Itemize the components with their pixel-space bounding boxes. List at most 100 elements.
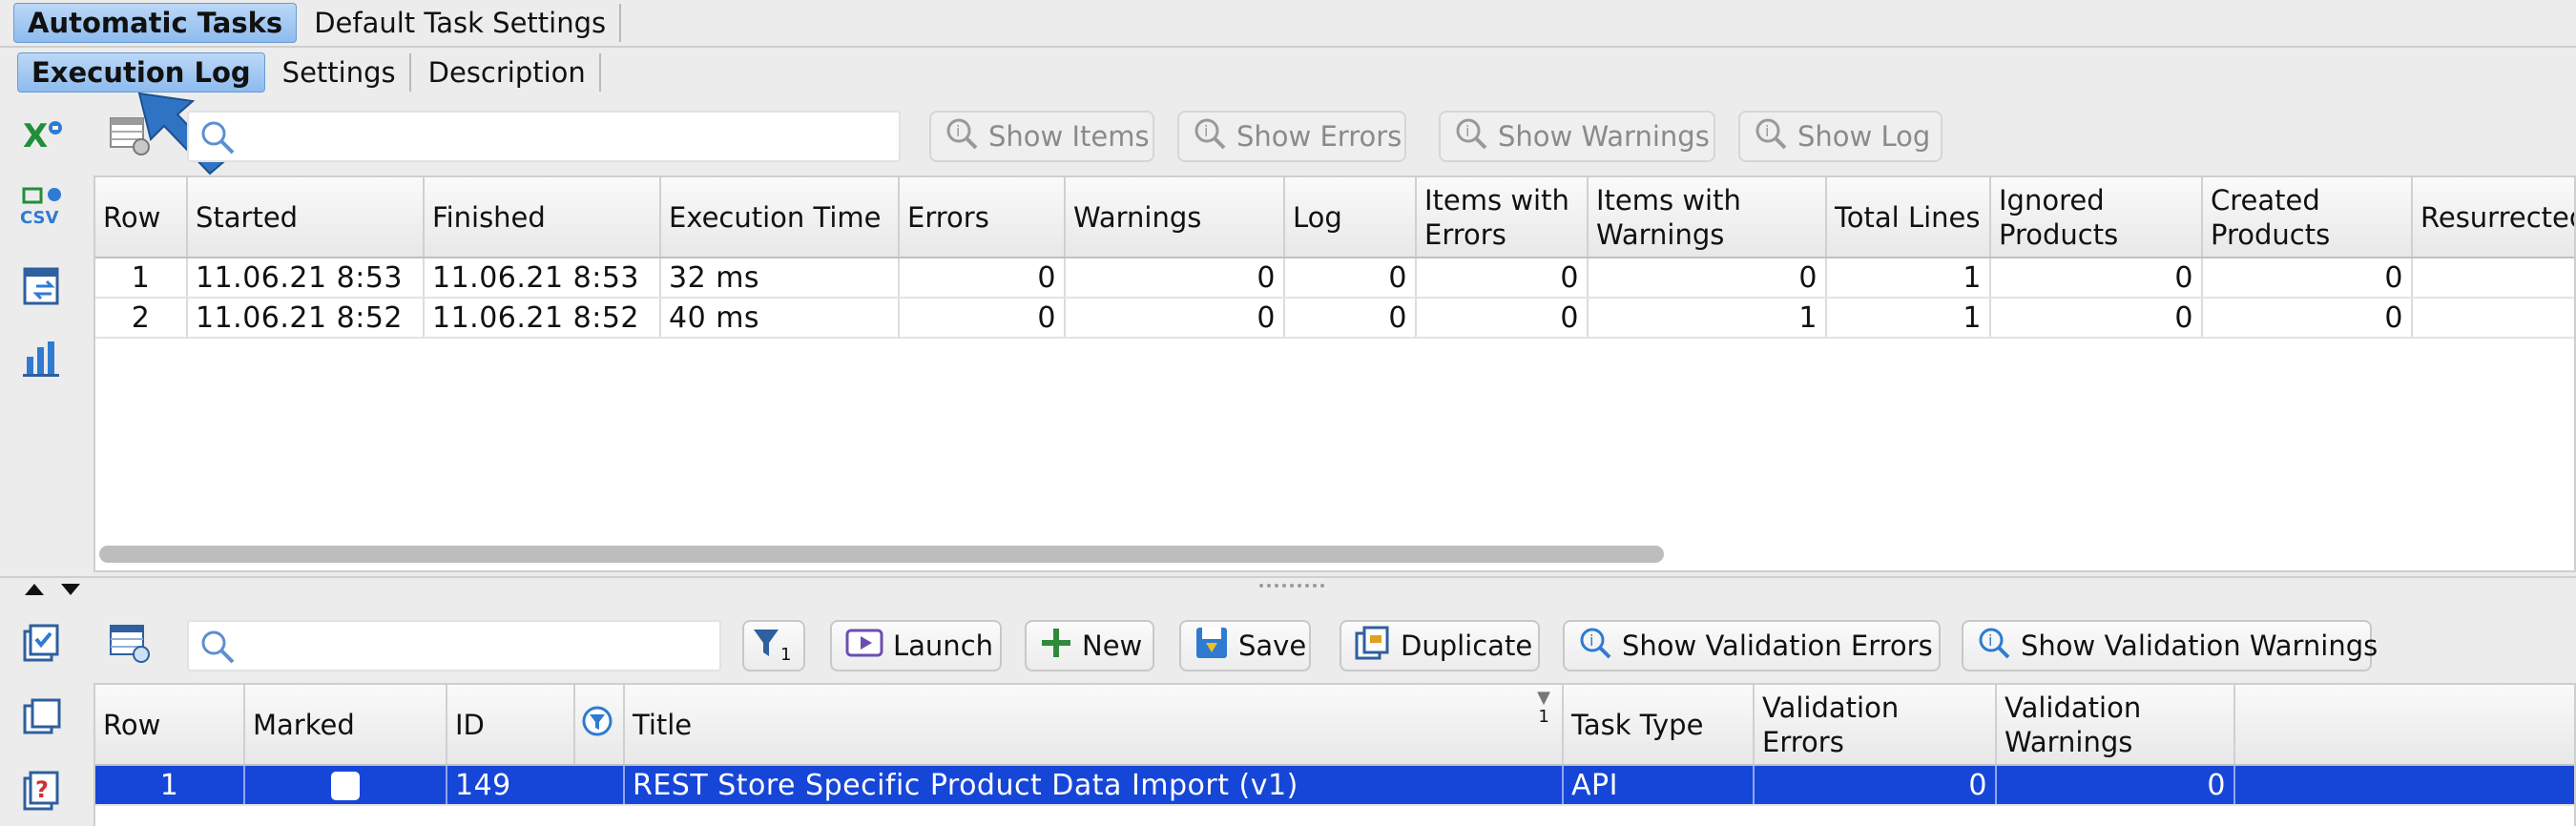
collapse-expand-arrows-icon[interactable] (23, 582, 84, 597)
svg-text:i: i (1765, 122, 1769, 140)
created-products-cell: 0 (2202, 258, 2413, 299)
column-header[interactable]: Items with Warnings (1588, 177, 1827, 258)
show-validation-errors-button[interactable]: i Show Validation Errors (1563, 620, 1941, 671)
total-lines-cell: 1 (1826, 298, 1991, 339)
checklist-icon[interactable] (19, 622, 65, 668)
svg-text:i: i (1204, 122, 1208, 140)
column-header[interactable]: Created Products (2202, 177, 2413, 258)
column-header[interactable]: Finished (424, 177, 661, 258)
copy-icon[interactable] (19, 694, 65, 740)
log-search-input[interactable] (250, 116, 887, 158)
show-warnings-label: Show Warnings (1498, 120, 1710, 153)
duplicate-label: Duplicate (1401, 630, 1533, 662)
tab-description[interactable]: Description (415, 53, 601, 92)
filter-icon (752, 626, 780, 667)
column-settings-icon[interactable] (109, 622, 153, 672)
task-search-input[interactable] (250, 626, 708, 668)
column-header[interactable]: ID (447, 685, 575, 766)
tab-automatic-tasks[interactable]: Automatic Tasks (13, 3, 298, 43)
column-header[interactable]: Row (95, 685, 245, 766)
duplicate-button[interactable]: Duplicate (1340, 620, 1540, 671)
resurrected-products-cell (2412, 258, 2574, 299)
help-icon[interactable]: ? (19, 769, 65, 815)
show-items-label: Show Items (988, 120, 1150, 153)
id-cell: 149 (447, 765, 625, 806)
show-log-button[interactable]: i Show Log (1738, 111, 1942, 162)
title-column-label: Title (633, 708, 693, 741)
validation-warnings-cell: 0 (1996, 765, 2235, 806)
save-button[interactable]: Save (1179, 620, 1311, 671)
column-header[interactable]: Errors (899, 177, 1066, 258)
column-header[interactable]: Title ▼ 1 (624, 685, 1564, 766)
show-items-button[interactable]: i Show Items (929, 111, 1154, 162)
table-row[interactable]: 1 11.06.21 8:53 11.06.21 8:53 32 ms 0 0 … (95, 258, 2574, 299)
column-header[interactable]: Validation Errors (1754, 685, 1997, 766)
ignored-products-cell: 0 (1990, 258, 2203, 299)
column-filter-icon[interactable] (581, 706, 613, 744)
column-header[interactable]: Ignored Products (1990, 177, 2203, 258)
svg-text:X: X (23, 117, 48, 155)
log-search-field[interactable] (187, 111, 901, 162)
csv-export-icon[interactable]: CSV (19, 183, 65, 229)
column-header[interactable]: Items with Errors (1416, 177, 1589, 258)
column-header[interactable]: Marked (244, 685, 447, 766)
items-with-errors-cell: 0 (1416, 258, 1589, 299)
column-header[interactable]: Task Type (1563, 685, 1755, 766)
resurrected-products-cell (2412, 298, 2574, 339)
column-header[interactable]: Execution Time (660, 177, 900, 258)
chart-icon[interactable] (19, 334, 65, 380)
column-header[interactable]: Total Lines (1826, 177, 1991, 258)
log-header-row: Row Started Finished Execution Time Erro… (95, 177, 2574, 258)
info-search-icon: i (1578, 626, 1612, 667)
table-row[interactable]: 1 149 REST Store Specific Product Data I… (95, 765, 2574, 806)
show-validation-warnings-button[interactable]: i Show Validation Warnings (1962, 620, 2378, 671)
tab-default-task-settings[interactable]: Default Task Settings (301, 4, 622, 42)
svg-text:i: i (956, 122, 960, 140)
table-row[interactable]: 2 11.06.21 8:52 11.06.21 8:52 40 ms 0 0 … (95, 298, 2574, 339)
horizontal-scrollbar[interactable] (99, 546, 1664, 563)
column-filter-header[interactable] (574, 685, 625, 766)
launch-label: Launch (893, 630, 994, 662)
show-errors-label: Show Errors (1236, 120, 1402, 153)
marked-checkbox[interactable] (331, 772, 360, 800)
items-with-errors-cell: 0 (1416, 298, 1589, 339)
info-search-icon: i (945, 116, 979, 157)
save-icon (1195, 626, 1229, 667)
validation-errors-cell: 0 (1754, 765, 1997, 806)
new-button[interactable]: New (1025, 620, 1154, 671)
show-warnings-button[interactable]: i Show Warnings (1439, 111, 1715, 162)
task-type-cell: API (1563, 765, 1755, 806)
finished-cell: 11.06.21 8:53 (424, 258, 661, 299)
info-search-icon: i (1977, 626, 2011, 667)
split-pane-divider[interactable] (0, 576, 2576, 595)
column-header[interactable]: Row (95, 177, 188, 258)
column-header[interactable]: Resurrected Products (2412, 177, 2574, 258)
column-header[interactable]: Warnings (1065, 177, 1285, 258)
finished-cell: 11.06.21 8:52 (424, 298, 661, 339)
new-label: New (1082, 630, 1143, 662)
marked-cell (244, 765, 447, 806)
column-header[interactable]: Started (187, 177, 425, 258)
svg-text:CSV: CSV (20, 208, 59, 227)
column-header-empty (2234, 685, 2574, 766)
warnings-cell: 0 (1065, 298, 1285, 339)
tab-execution-log[interactable]: Execution Log (17, 52, 265, 93)
tab-settings[interactable]: Settings (269, 53, 411, 92)
column-header[interactable]: Log (1284, 177, 1417, 258)
drag-handle-icon[interactable] (1257, 582, 1324, 589)
column-header[interactable]: Validation Warnings (1996, 685, 2235, 766)
filter-button[interactable]: 1 (742, 620, 805, 671)
search-icon (198, 628, 237, 672)
launch-button[interactable]: Launch (830, 620, 1002, 671)
svg-text:i: i (1988, 631, 1992, 650)
execution-log-table: Row Started Finished Execution Time Erro… (93, 176, 2576, 572)
info-search-icon: i (1754, 116, 1788, 157)
sort-order-number: 1 (1538, 707, 1549, 727)
excel-export-icon[interactable]: X (19, 113, 65, 158)
column-settings-icon[interactable] (109, 114, 153, 165)
table-transfer-icon[interactable] (19, 263, 65, 309)
info-search-icon: i (1193, 116, 1227, 157)
task-search-field[interactable] (187, 620, 721, 671)
show-errors-button[interactable]: i Show Errors (1177, 111, 1406, 162)
svg-text:i: i (1465, 122, 1469, 140)
